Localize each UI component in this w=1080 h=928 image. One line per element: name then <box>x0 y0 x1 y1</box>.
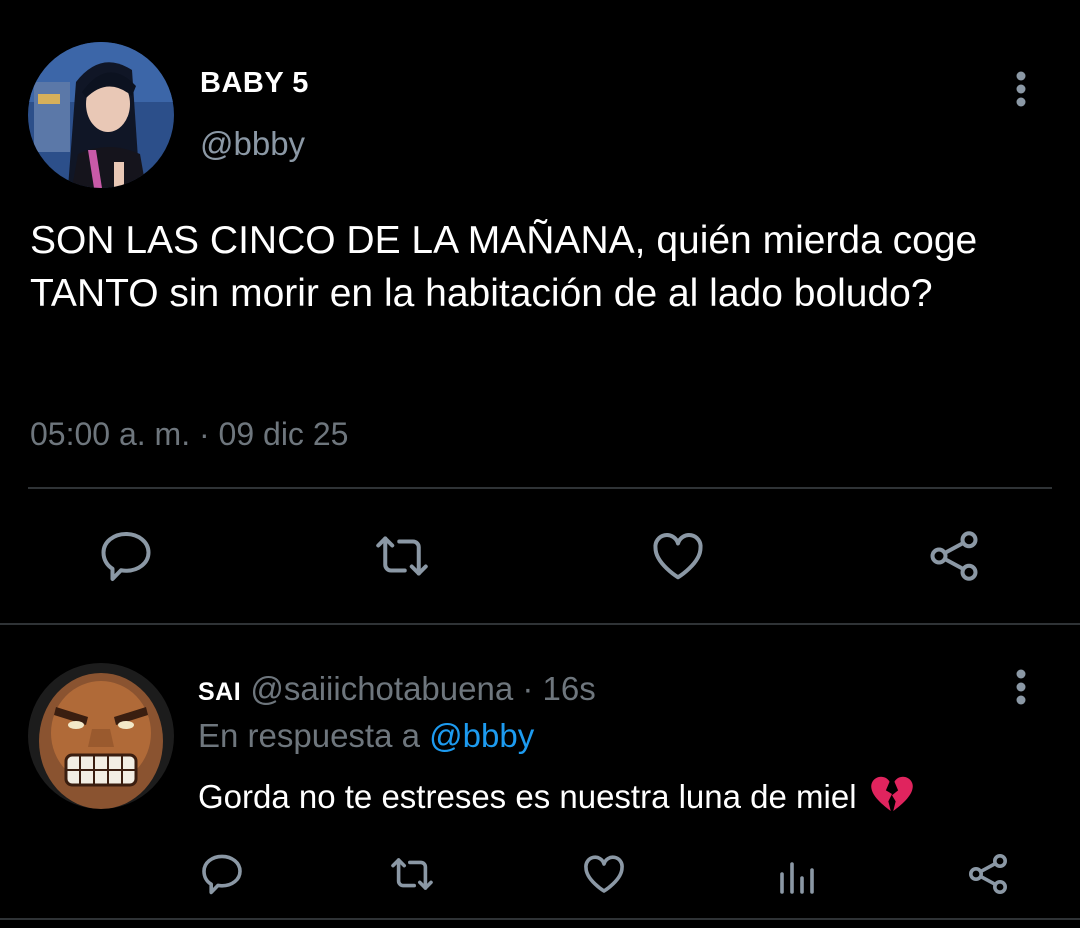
reply-author-avatar[interactable] <box>28 663 174 809</box>
author-handle[interactable]: @bbby <box>200 124 305 164</box>
author-avatar[interactable] <box>28 42 174 188</box>
tweet-text: SON LAS CINCO DE LA MAÑANA, quién mierda… <box>30 219 978 315</box>
like-icon[interactable] <box>580 850 628 898</box>
tweet-date: 09 dic 25 <box>218 416 349 452</box>
like-icon[interactable] <box>648 526 708 586</box>
reply-icon[interactable] <box>198 850 246 898</box>
reply-header: SAI @saiiichotabuena · 16s <box>198 668 596 713</box>
replying-to: En respuesta a @bbby <box>198 714 534 758</box>
meta-separator: · <box>522 670 534 707</box>
divider <box>28 487 1052 489</box>
divider <box>0 918 1080 920</box>
meta-separator: · <box>198 416 210 452</box>
reply-author-name[interactable]: SAI <box>198 678 241 706</box>
tweet-time: 05:00 a. m. <box>30 416 191 452</box>
reply-icon[interactable] <box>96 526 156 586</box>
more-options-icon[interactable] <box>1004 668 1038 708</box>
analytics-icon[interactable] <box>772 850 820 898</box>
reply-age[interactable]: 16s <box>543 670 596 707</box>
author-name[interactable]: BABY 5 <box>200 66 309 100</box>
reply-text-row: Gorda no te estreses es nuestra luna de … <box>198 774 914 819</box>
more-options-icon[interactable] <box>1004 70 1038 110</box>
retweet-icon[interactable] <box>388 850 436 898</box>
share-icon[interactable] <box>924 526 984 586</box>
tweet-timestamp[interactable]: 05:00 a. m. · 09 dic 25 <box>30 414 348 454</box>
reply-author-handle[interactable]: @saiiichotabuena <box>250 670 513 707</box>
reply-text: Gorda no te estreses es nuestra luna de … <box>198 778 857 815</box>
replying-to-label: En respuesta a <box>198 717 420 754</box>
share-icon[interactable] <box>964 850 1012 898</box>
retweet-icon[interactable] <box>372 526 432 586</box>
replying-to-handle[interactable]: @bbby <box>429 717 534 754</box>
broken-heart-icon <box>870 774 914 814</box>
divider <box>0 623 1080 625</box>
